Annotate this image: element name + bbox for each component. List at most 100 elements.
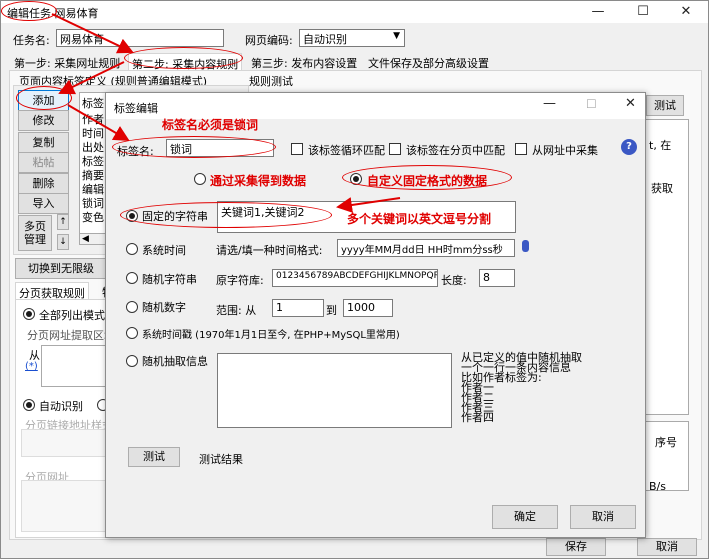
- list-item[interactable]: 标签: [80, 155, 108, 169]
- test-output-area: [641, 119, 689, 415]
- dialog-cancel-button[interactable]: 取消: [570, 505, 636, 529]
- auto-detect-radio[interactable]: [23, 399, 35, 411]
- system-time-radio[interactable]: [126, 243, 138, 255]
- time-format-label: 请选/填一种时间格式:: [216, 244, 323, 257]
- tab-step4[interactable]: 文件保存及部分高级设置: [365, 53, 492, 70]
- task-name-input[interactable]: 网易体育: [56, 29, 224, 47]
- task-name-label: 任务名:: [13, 34, 50, 47]
- chevron-down-icon: ▼: [393, 31, 400, 41]
- random-extract-label: 随机抽取信息: [142, 355, 208, 368]
- highlight-custom-data: [342, 165, 512, 190]
- copy-button[interactable]: 复制: [18, 132, 69, 153]
- annotation-keywords: 多个关键词以英文逗号分割: [347, 212, 492, 226]
- charset-label: 原字符库:: [216, 274, 264, 287]
- random-string-label: 随机字符串: [142, 273, 197, 286]
- help-icon[interactable]: ?: [621, 139, 637, 155]
- range-to-label: 到: [326, 304, 337, 317]
- source-collect-radio[interactable]: [194, 173, 206, 185]
- dialog-close-icon[interactable]: ✕: [625, 96, 636, 111]
- system-time-label: 系统时间: [142, 244, 186, 257]
- page-url-box: [21, 480, 107, 532]
- extract-from-textarea[interactable]: [41, 345, 107, 387]
- list-item[interactable]: 编辑: [80, 183, 108, 197]
- random-string-radio[interactable]: [126, 272, 138, 284]
- multi-page-button[interactable]: 多页 管理: [18, 215, 52, 251]
- paged-match-checkbox[interactable]: [389, 143, 401, 155]
- chevron-left-icon: ◀: [82, 234, 89, 244]
- from-url-label: 从网址中采集: [532, 144, 598, 157]
- switch-infinite-button[interactable]: 切换到无限级: [15, 258, 107, 279]
- minimize-icon[interactable]: —: [576, 1, 620, 23]
- list-all-radio[interactable]: [23, 308, 35, 320]
- list-all-label: 全部列出模式: [39, 309, 105, 322]
- list-item[interactable]: 出处: [80, 141, 108, 155]
- help-line: 作者四: [461, 411, 494, 424]
- list-item[interactable]: 时间: [80, 127, 108, 141]
- list-item[interactable]: 变色: [80, 211, 108, 225]
- test-result-label: 测试结果: [199, 453, 243, 466]
- range-label: 范围: 从: [216, 304, 257, 317]
- dialog-title: 标签编辑: [114, 102, 158, 115]
- edit-button[interactable]: 修改: [18, 110, 69, 131]
- encoding-value: 自动识别: [303, 33, 347, 46]
- cancel-main-button[interactable]: 取消: [637, 538, 697, 556]
- list-item[interactable]: 锁词: [80, 197, 108, 211]
- annotation-tag-name: 标签名必须是锁词: [162, 118, 259, 132]
- dialog-maximize-icon: ☐: [586, 97, 597, 111]
- tab-rule-test[interactable]: 规则测试: [249, 73, 293, 89]
- highlight-step2-tab: [124, 47, 243, 69]
- paged-match-label: 该标签在分页中匹配: [406, 144, 505, 157]
- auto-detect-label: 自动识别: [39, 400, 83, 413]
- tab-step1[interactable]: 第一步: 采集网址规则: [11, 53, 123, 70]
- range-to-input[interactable]: 1000: [343, 299, 393, 317]
- charset-input[interactable]: 0123456789ABCDEFGHIJKLMNOPQRST: [272, 269, 438, 287]
- time-format-input[interactable]: yyyy年MM月dd日 HH时mm分ss秒: [337, 239, 515, 257]
- move-down-button[interactable]: ↓: [57, 234, 69, 250]
- timestamp-label: 系统时间戳 (1970年1月1日至今, 在PHP+MySQL里常用): [142, 330, 400, 341]
- import-button[interactable]: 导入: [18, 193, 69, 214]
- time-format-picker-icon[interactable]: [522, 240, 529, 252]
- tab-pagination-rule[interactable]: 分页获取规则: [15, 282, 89, 300]
- paste-button[interactable]: 粘帖: [18, 152, 69, 173]
- output-text-fragment-2: 获取: [651, 182, 673, 195]
- length-input[interactable]: 8: [479, 269, 515, 287]
- maximize-icon[interactable]: ☐: [621, 1, 665, 23]
- window-title-bar: 编辑任务 网易体育 — ☐ ✕: [1, 1, 708, 23]
- encoding-select[interactable]: 自动识别 ▼: [299, 29, 405, 47]
- ok-button[interactable]: 确定: [492, 505, 558, 529]
- tag-list-header: 标签: [82, 97, 104, 110]
- from-url-checkbox[interactable]: [515, 143, 527, 155]
- extract-area-label: 分页网址提取区域: [27, 329, 115, 342]
- random-number-label: 随机数字: [142, 301, 186, 314]
- random-extract-radio[interactable]: [126, 355, 138, 367]
- highlight-fixed-string: [120, 202, 332, 228]
- link-format-box: [21, 429, 107, 457]
- tab-step3[interactable]: 第三步: 发布内容设置: [248, 53, 360, 70]
- test-button[interactable]: 测试: [646, 95, 684, 116]
- random-extract-textarea[interactable]: [217, 353, 452, 428]
- move-up-button[interactable]: ↑: [57, 214, 69, 230]
- wildcard-link[interactable]: (*): [25, 361, 38, 372]
- dialog-test-button[interactable]: 测试: [128, 447, 180, 467]
- list-item[interactable]: 摘要: [80, 169, 108, 183]
- loop-match-label: 该标签循环匹配: [308, 144, 385, 157]
- dialog-minimize-icon[interactable]: —: [543, 96, 556, 111]
- list-item[interactable]: 作者: [80, 113, 108, 127]
- close-icon[interactable]: ✕: [664, 1, 708, 23]
- highlight-window-title: [1, 1, 57, 21]
- delete-button[interactable]: 删除: [18, 173, 69, 194]
- random-extract-help: 从已定义的值中随机抽取 一个一行一条内容信息 比如作者标签为: 作者一 作者二 …: [461, 352, 601, 424]
- serial-column-header: 序号: [655, 436, 677, 449]
- encoding-label: 网页编码:: [245, 34, 293, 47]
- save-button[interactable]: 保存: [546, 538, 606, 556]
- highlight-tag-name: [112, 136, 276, 158]
- tag-edit-dialog: 标签编辑 — ☐ ✕ 标签名: 锁词 该标签循环匹配 该标签在分页中匹配 从网址…: [105, 92, 646, 538]
- output-text-fragment: t, 在: [649, 139, 672, 152]
- highlight-add-button: [16, 86, 72, 110]
- random-number-radio[interactable]: [126, 301, 138, 313]
- range-from-input[interactable]: 1: [272, 299, 324, 317]
- speed-label: B/s: [649, 480, 666, 493]
- timestamp-radio[interactable]: [126, 327, 138, 339]
- length-label: 长度:: [441, 274, 467, 287]
- loop-match-checkbox[interactable]: [291, 143, 303, 155]
